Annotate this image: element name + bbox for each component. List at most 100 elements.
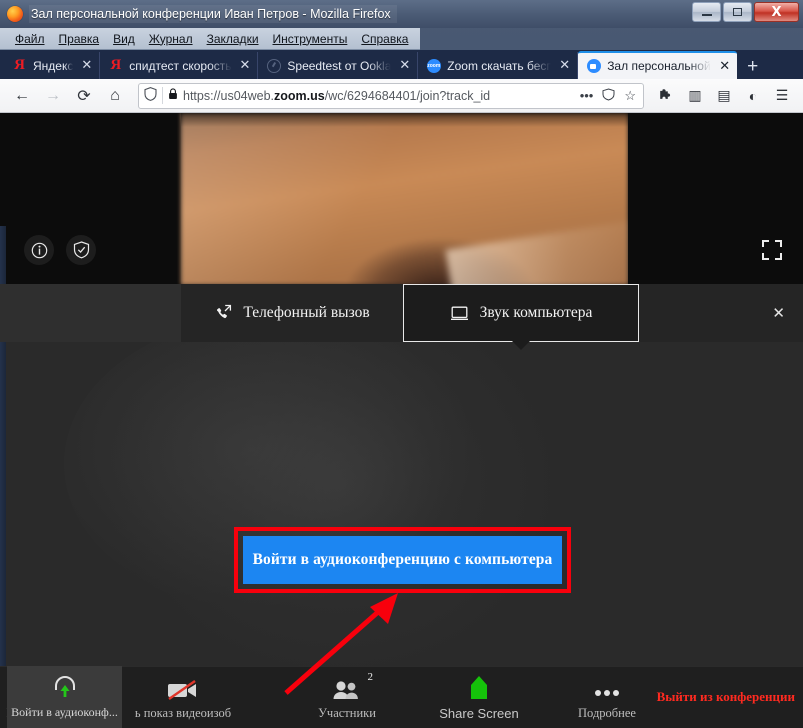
computer-audio-tab-label: Звук компьютера [479,304,593,321]
reload-button[interactable]: ⟳ [70,82,98,110]
leave-meeting-button[interactable]: Выйти из конференции [657,689,795,705]
menu-item-file-label: Файл [15,31,45,46]
headphones-icon [51,675,79,701]
title-bar: Зал персональной конференции Иван Петров… [0,0,803,28]
tab-close-icon[interactable]: ✕ [81,59,92,72]
navigation-toolbar: ← → ⟳ ⌂ https://us04web.zoom.us/wc/62946… [0,79,803,113]
meeting-top-controls [24,235,96,265]
tab-close-icon[interactable]: ✕ [399,59,410,72]
tracking-protection-icon[interactable] [144,87,157,104]
join-computer-audio-button[interactable]: Войти в аудиоконференцию с компьютера [243,536,562,584]
menu-bar: Файл Правка Вид Журнал Закладки Инструме… [0,28,420,50]
toolbar-join-audio-hover-panel[interactable]: Войти в аудиоконф... [7,666,122,728]
menu-item-bookmarks[interactable]: Закладки [200,31,266,47]
zoom-meeting-page: Телефонный вызов Звук компьютера ✕ Войти… [0,113,803,728]
monitor-icon [450,305,469,322]
new-tab-button[interactable]: + [737,57,768,79]
reader-mode-icon[interactable] [600,87,617,104]
toolbar-more-label: Подробнее [578,705,636,720]
account-icon[interactable]: ◐ [740,83,766,109]
toolbar-join-audio-hover-label: Войти в аудиоконф... [11,704,118,719]
menu-item-help-label: Справка [361,31,409,46]
tab-strip: Я Яндекс ✕ Я спидтест скорость ✕ Speedte… [0,50,803,79]
extensions-icon[interactable] [653,83,679,109]
address-bar-divider [162,87,163,104]
audio-dialog-left-pad [0,284,181,342]
audio-dialog-close-icon[interactable]: ✕ [772,304,785,322]
fullscreen-icon[interactable] [761,239,783,261]
url-text: https://us04web.zoom.us/wc/6294684401/jo… [183,88,491,103]
back-button[interactable]: ← [8,82,36,110]
audio-dialog-bar: Телефонный вызов Звук компьютера ✕ [0,284,803,350]
toolbar-participants-button[interactable]: 2 Участники [288,667,406,728]
browser-window: Зал персональной конференции Иван Петров… [0,0,803,728]
phone-call-tab[interactable]: Телефонный вызов [181,284,403,342]
share-screen-icon [465,675,493,702]
toolbar-video-label: ь показ видеоизоб [134,705,232,720]
toolbar-share-screen-label: Share Screen [439,705,519,721]
toolbar-participants-label: Участники [318,705,376,720]
tab-label: Zoom скачать бесплатно [447,58,552,73]
participants-icon: 2 [332,671,373,702]
tab-zoom-download[interactable]: zoom Zoom скачать бесплатно ✕ [418,52,579,79]
tab-close-icon[interactable]: ✕ [719,60,730,73]
tab-personal-meeting-room[interactable]: Зал персональной конфер ✕ [578,51,738,79]
firefox-logo-icon [7,6,23,22]
toolbar-video-button[interactable]: ь показ видеоизоб [124,667,242,728]
menu-item-edit[interactable]: Правка [52,31,107,47]
page-actions-icon[interactable]: ••• [578,88,596,103]
ellipsis-icon [591,676,623,702]
video-off-icon [166,676,200,702]
tab-yandex[interactable]: Я Яндекс ✕ [4,52,101,79]
video-top-shadow [181,113,628,127]
menu-item-tools[interactable]: Инструменты [266,31,355,47]
computer-audio-tab[interactable]: Звук компьютера [403,284,639,350]
tab-speedtest-ookla[interactable]: Speedtest от Ookla ✕ [258,52,419,79]
window-controls: X [692,2,799,22]
menu-item-history[interactable]: Журнал [142,31,200,47]
zoom-icon: zoom [426,58,441,73]
video-feed [181,113,628,285]
yandex-icon: Я [14,57,25,73]
home-button[interactable]: ⌂ [101,82,129,110]
menu-item-edit-label: Правка [58,31,100,46]
menu-item-file[interactable]: Файл [8,31,52,47]
zoom-icon [586,59,601,74]
info-icon[interactable] [24,235,54,265]
window-title: Зал персональной конференции Иван Петров… [29,5,397,23]
minimize-button[interactable] [692,2,721,22]
forward-button[interactable]: → [39,82,67,110]
close-button[interactable]: X [754,2,799,22]
bookmark-star-icon[interactable]: ☆ [622,88,638,104]
sidebar-icon[interactable]: ▤ [711,83,737,109]
maximize-button[interactable] [723,2,752,22]
menu-item-help[interactable]: Справка [354,31,415,47]
yandex-icon: Я [110,57,122,73]
library-icon[interactable]: ▥ [682,83,708,109]
menu-item-tools-label: Инструменты [272,31,348,46]
lock-icon [168,88,178,103]
speedtest-icon [266,58,281,73]
toolbar-more-button[interactable]: Подробнее [552,667,662,728]
tab-close-icon[interactable]: ✕ [240,59,251,72]
tab-label: спидтест скорость [129,58,232,73]
stage-lower-area [0,285,803,666]
shield-icon[interactable] [66,235,96,265]
tab-speedtest-search[interactable]: Я спидтест скорость ✕ [100,52,259,79]
tab-close-icon[interactable]: ✕ [559,59,570,72]
toolbar-share-screen-button[interactable]: Share Screen [420,667,538,728]
phone-call-tab-label: Телефонный вызов [243,304,370,321]
menu-item-bookmarks-label: Закладки [206,31,259,46]
tab-label: Яндекс [33,58,74,73]
title-bar-left: Зал персональной конференции Иван Петров… [0,0,397,28]
menu-item-view[interactable]: Вид [106,31,142,47]
address-bar[interactable]: https://us04web.zoom.us/wc/6294684401/jo… [138,82,644,109]
audio-dialog-right: ✕ [639,284,803,342]
participants-count-badge: 2 [367,670,374,683]
menu-item-view-label: Вид [113,31,135,46]
app-menu-icon[interactable]: ☰ [769,83,795,109]
tab-label: Зал персональной конфер [607,59,711,73]
phone-icon [214,304,232,322]
meeting-toolbar: Войти в аудиоконф... ь показ видеоизоб [0,666,803,728]
tab-label: Speedtest от Ookla [287,58,392,73]
